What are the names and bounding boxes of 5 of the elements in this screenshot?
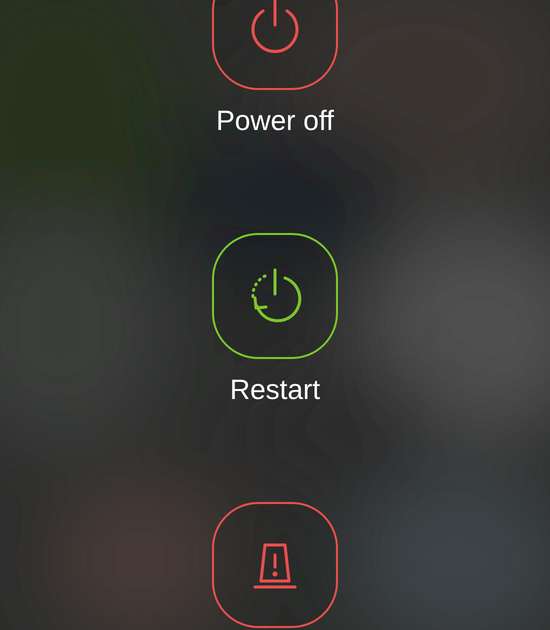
restart-button[interactable] (212, 233, 338, 359)
action-label: Restart (230, 375, 320, 405)
power-button[interactable] (212, 0, 338, 90)
emergency-button[interactable] (212, 502, 338, 628)
action-label: Power off (216, 106, 334, 136)
